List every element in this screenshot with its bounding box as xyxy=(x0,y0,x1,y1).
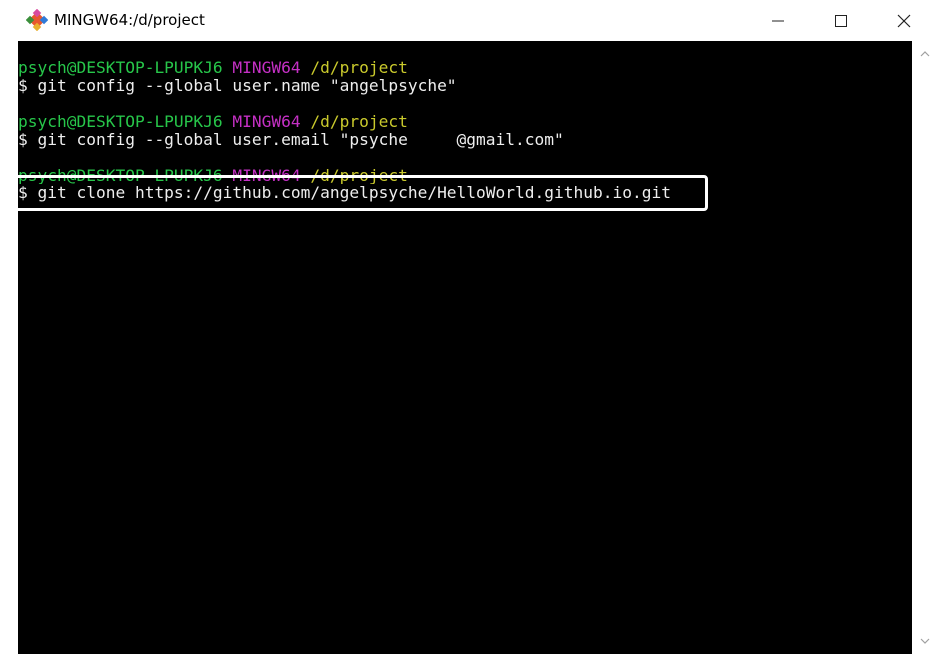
window-title: MINGW64:/d/project xyxy=(54,11,205,29)
prompt-env: MINGW64 xyxy=(232,58,301,77)
scroll-down-button[interactable] xyxy=(912,632,937,650)
terminal-output[interactable]: psych@DESKTOP-LPUPKJ6 MINGW64 /d/project… xyxy=(18,41,912,654)
close-button[interactable] xyxy=(881,0,927,41)
command-line: $ git config --global user.email "psyche… xyxy=(18,130,564,149)
prompt-path: /d/project xyxy=(310,58,408,77)
command-line: $ git config --global user.name "angelps… xyxy=(18,76,457,95)
minimize-button[interactable] xyxy=(755,0,801,41)
prompt-user: psych@DESKTOP-LPUPKJ6 xyxy=(18,112,223,131)
vertical-scrollbar[interactable] xyxy=(912,41,937,654)
prompt-env: MINGW64 xyxy=(232,112,301,131)
prompt-line: psych@DESKTOP-LPUPKJ6 MINGW64 /d/project xyxy=(18,59,408,77)
chevron-down-icon xyxy=(920,638,929,644)
chevron-up-icon xyxy=(920,51,929,57)
prompt-line: psych@DESKTOP-LPUPKJ6 MINGW64 /d/project xyxy=(18,113,408,131)
close-icon xyxy=(897,14,911,27)
terminal-window: MINGW64:/d/project psych@DESKTOP-LPUPKJ6… xyxy=(18,0,937,654)
minimize-icon xyxy=(772,20,784,21)
command-line-highlighted: $ git clone https://github.com/angelpsyc… xyxy=(18,183,671,202)
maximize-icon xyxy=(835,14,847,27)
maximize-button[interactable] xyxy=(818,0,864,41)
git-diamond-icon xyxy=(26,9,48,31)
prompt-user: psych@DESKTOP-LPUPKJ6 xyxy=(18,58,223,77)
scroll-up-button[interactable] xyxy=(912,45,937,63)
title-bar[interactable]: MINGW64:/d/project xyxy=(18,0,937,41)
prompt-path: /d/project xyxy=(310,112,408,131)
